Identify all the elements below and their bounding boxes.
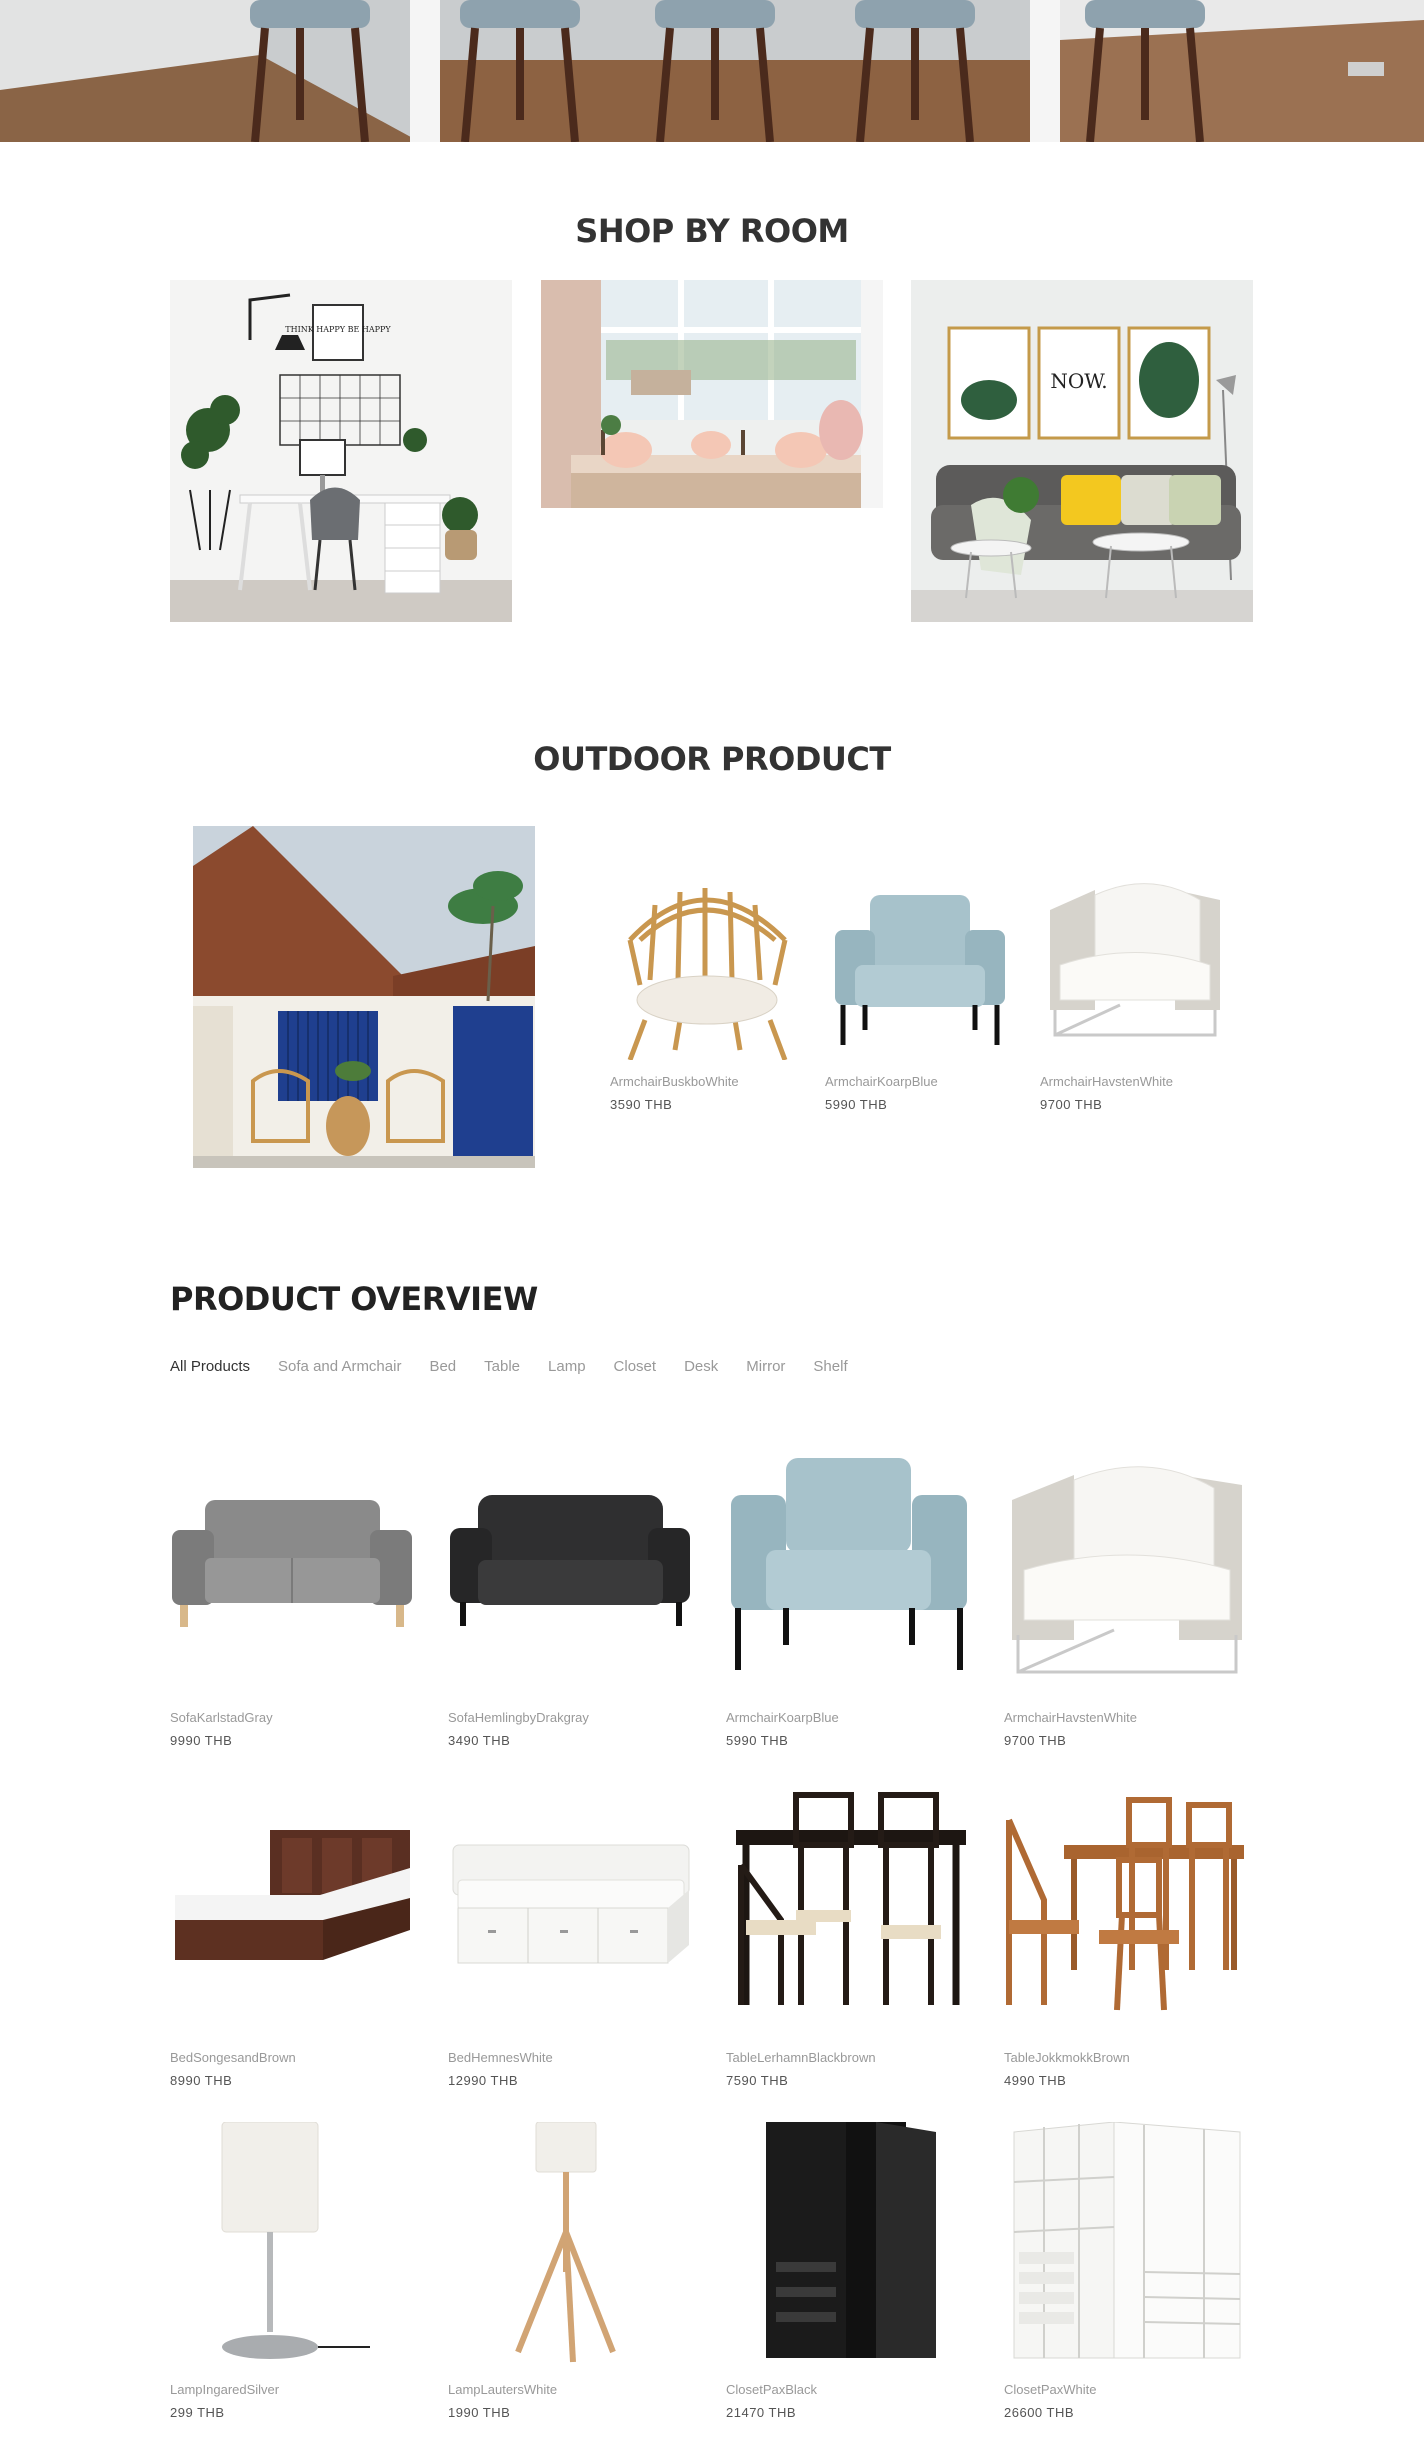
product-price: 1990 THB bbox=[448, 2405, 511, 2420]
product-name[interactable]: TableLerhamnBlackbrown bbox=[726, 2050, 972, 2065]
product-card[interactable]: TableLerhamnBlackbrown 7590 THB bbox=[726, 1790, 972, 2088]
outdoor-feature-image[interactable] bbox=[193, 826, 535, 1168]
product-price: 12990 THB bbox=[448, 2073, 519, 2088]
product-card[interactable]: SofaHemlingbyDrakgray 3490 THB bbox=[448, 1450, 694, 1748]
rattan-armchair-icon bbox=[610, 870, 800, 1060]
room-card-dining-room[interactable] bbox=[541, 280, 883, 508]
product-price: 26600 THB bbox=[1004, 2405, 1075, 2420]
wooden-floor-lamp-icon bbox=[448, 2122, 694, 2368]
filter-sofa-and-armchair[interactable]: Sofa and Armchair bbox=[278, 1358, 401, 1375]
blue-armchair-icon bbox=[726, 1450, 972, 1696]
product-card[interactable]: BedSongesandBrown 8990 THB bbox=[170, 1790, 416, 2088]
outdoor-product-card[interactable]: ArmchairBuskboWhite 3590 THB bbox=[610, 870, 800, 1112]
brown-dining-table-icon bbox=[1004, 1790, 1250, 2036]
filter-bed[interactable]: Bed bbox=[429, 1358, 456, 1375]
product-name[interactable]: LampLautersWhite bbox=[448, 2382, 694, 2397]
living-room-image: NOW. bbox=[911, 280, 1253, 622]
product-price: 8990 THB bbox=[170, 2073, 233, 2088]
product-name[interactable]: ArmchairKoarpBlue bbox=[825, 1074, 1015, 1089]
blue-armchair-icon bbox=[825, 870, 1015, 1060]
product-name[interactable]: BedHemnesWhite bbox=[448, 2050, 694, 2065]
gray-sofa-icon bbox=[170, 1450, 416, 1696]
product-card[interactable]: ArmchairKoarpBlue 5990 THB bbox=[726, 1450, 972, 1748]
black-wardrobe-icon bbox=[726, 2122, 972, 2368]
product-price: 9700 THB bbox=[1004, 1733, 1067, 1748]
product-price: 9990 THB bbox=[170, 1733, 233, 1748]
product-name[interactable]: LampIngaredSilver bbox=[170, 2382, 416, 2397]
silver-table-lamp-icon bbox=[170, 2122, 416, 2368]
product-price: 5990 THB bbox=[726, 1733, 789, 1748]
product-price: 3490 THB bbox=[448, 1733, 511, 1748]
dark-gray-sofa-icon bbox=[448, 1450, 694, 1696]
filter-lamp[interactable]: Lamp bbox=[548, 1358, 586, 1375]
room-card-living-room[interactable]: NOW. bbox=[911, 280, 1253, 622]
shop-by-room-title: SHOP BY ROOM bbox=[575, 212, 849, 250]
product-card[interactable]: ArmchairHavstenWhite 9700 THB bbox=[1004, 1450, 1250, 1748]
white-corner-wardrobe-icon bbox=[1004, 2122, 1250, 2368]
product-card[interactable]: LampIngaredSilver 299 THB bbox=[170, 2122, 416, 2420]
product-name[interactable]: SofaKarlstadGray bbox=[170, 1710, 416, 1725]
product-card[interactable]: LampLautersWhite 1990 THB bbox=[448, 2122, 694, 2420]
svg-text:THINK HAPPY BE HAPPY: THINK HAPPY BE HAPPY bbox=[285, 325, 391, 334]
black-dining-table-icon bbox=[726, 1790, 972, 2036]
category-filter-bar: All Products Sofa and Armchair Bed Table… bbox=[170, 1358, 848, 1375]
product-price: 9700 THB bbox=[1040, 1097, 1103, 1112]
white-daybed-icon bbox=[448, 1790, 694, 2036]
product-price: 21470 THB bbox=[726, 2405, 797, 2420]
product-card[interactable]: ClosetPaxBlack 21470 THB bbox=[726, 2122, 972, 2420]
product-name[interactable]: ArmchairHavstenWhite bbox=[1040, 1074, 1230, 1089]
product-price: 7590 THB bbox=[726, 2073, 789, 2088]
outdoor-terrace-image bbox=[193, 826, 535, 1168]
svg-text:NOW.: NOW. bbox=[1050, 369, 1107, 393]
outdoor-product-card[interactable]: ArmchairHavstenWhite 9700 THB bbox=[1040, 870, 1230, 1112]
brown-bed-icon bbox=[170, 1790, 416, 2036]
room-card-home-office[interactable]: THINK HAPPY BE HAPPY bbox=[170, 280, 512, 622]
product-name[interactable]: ArmchairBuskboWhite bbox=[610, 1074, 800, 1089]
dining-room-image bbox=[541, 280, 883, 508]
product-name[interactable]: ArmchairHavstenWhite bbox=[1004, 1710, 1250, 1725]
product-name[interactable]: ClosetPaxBlack bbox=[726, 2382, 972, 2397]
product-card[interactable]: TableJokkmokkBrown 4990 THB bbox=[1004, 1790, 1250, 2088]
filter-shelf[interactable]: Shelf bbox=[813, 1358, 847, 1375]
product-card[interactable]: BedHemnesWhite 12990 THB bbox=[448, 1790, 694, 2088]
product-name[interactable]: BedSongesandBrown bbox=[170, 2050, 416, 2065]
product-name[interactable]: ArmchairKoarpBlue bbox=[726, 1710, 972, 1725]
outdoor-product-card[interactable]: ArmchairKoarpBlue 5990 THB bbox=[825, 870, 1015, 1112]
filter-table[interactable]: Table bbox=[484, 1358, 520, 1375]
product-price: 299 THB bbox=[170, 2405, 225, 2420]
outdoor-product-title: OUTDOOR PRODUCT bbox=[533, 740, 891, 778]
product-card[interactable]: ClosetPaxWhite 26600 THB bbox=[1004, 2122, 1250, 2420]
home-office-image: THINK HAPPY BE HAPPY bbox=[170, 280, 512, 622]
filter-desk[interactable]: Desk bbox=[684, 1358, 718, 1375]
filter-all-products[interactable]: All Products bbox=[170, 1358, 250, 1375]
product-name[interactable]: TableJokkmokkBrown bbox=[1004, 2050, 1250, 2065]
product-price: 5990 THB bbox=[825, 1097, 888, 1112]
hero-banner-image bbox=[0, 0, 1424, 142]
product-name[interactable]: ClosetPaxWhite bbox=[1004, 2382, 1250, 2397]
product-name[interactable]: SofaHemlingbyDrakgray bbox=[448, 1710, 694, 1725]
white-armchair-icon bbox=[1004, 1450, 1250, 1696]
filter-closet[interactable]: Closet bbox=[614, 1358, 657, 1375]
product-overview-title: PRODUCT OVERVIEW bbox=[170, 1280, 538, 1318]
product-price: 3590 THB bbox=[610, 1097, 673, 1112]
product-price: 4990 THB bbox=[1004, 2073, 1067, 2088]
white-armchair-icon bbox=[1040, 870, 1230, 1060]
product-card[interactable]: SofaKarlstadGray 9990 THB bbox=[170, 1450, 416, 1748]
filter-mirror[interactable]: Mirror bbox=[746, 1358, 785, 1375]
